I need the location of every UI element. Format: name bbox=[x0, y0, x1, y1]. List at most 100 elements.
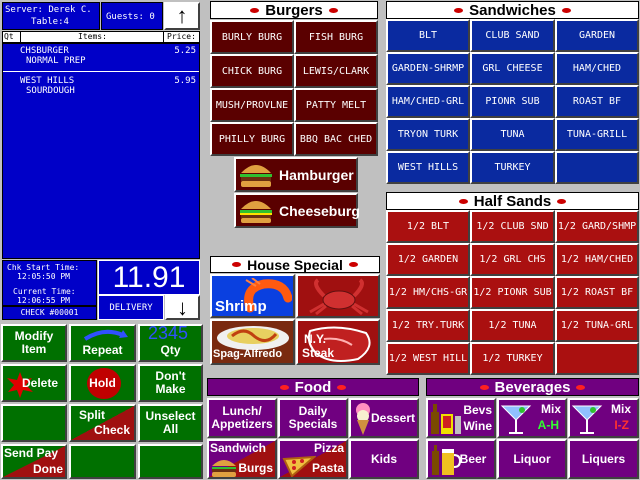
half-sand-item-button[interactable]: 1/2 BLT bbox=[386, 210, 470, 243]
sandwich-item-button[interactable]: BLT bbox=[386, 19, 470, 52]
sandwich-item-button[interactable]: PIONR SUB bbox=[470, 85, 555, 118]
order-item-list[interactable]: CHSBURGER 5.25 NORMAL PREP WEST HILLS 5.… bbox=[2, 43, 200, 259]
dot-icon bbox=[337, 384, 347, 390]
dont-make-button[interactable]: Don't Make bbox=[138, 364, 203, 402]
col-items: Items: bbox=[78, 32, 107, 41]
hamburger-button[interactable]: Hamburger bbox=[234, 157, 358, 192]
sandwich-item-button[interactable]: GARDEN bbox=[555, 19, 639, 52]
repeat-button[interactable]: Repeat bbox=[69, 324, 136, 362]
current-time-label: Current Time: bbox=[13, 287, 76, 296]
item-name: CHSBURGER bbox=[20, 46, 69, 56]
half-sand-blank-button[interactable] bbox=[555, 342, 639, 375]
half-sand-item-button[interactable]: 1/2 GRL CHS bbox=[470, 243, 555, 276]
sandwich-item-button[interactable]: CLUB SAND bbox=[470, 19, 555, 52]
burger-item-button[interactable]: LEWIS/CLARK bbox=[294, 54, 378, 88]
list-item[interactable]: CHSBURGER 5.25 NORMAL PREP bbox=[6, 46, 196, 66]
half-sands-grid: 1/2 BLT 1/2 CLUB SND 1/2 GARD/SHMP 1/2 G… bbox=[386, 210, 639, 375]
half-sand-item-button[interactable]: 1/2 HM/CHS-GR bbox=[386, 276, 470, 309]
half-sand-item-button[interactable]: 1/2 TRY.TURK bbox=[386, 309, 470, 342]
sandwich-item-button[interactable]: TUNA bbox=[470, 118, 555, 151]
dessert-button[interactable]: Dessert bbox=[349, 398, 419, 438]
order-type-button[interactable]: DELIVERY bbox=[98, 295, 164, 320]
shrimp-button[interactable]: Shrimp bbox=[210, 274, 295, 318]
sandwich-item-button[interactable]: WEST HILLS bbox=[386, 151, 470, 184]
sandwich-item-button[interactable]: ROAST BF bbox=[555, 85, 639, 118]
burger-icon bbox=[240, 165, 272, 187]
sandwich-item-button[interactable]: HAM/CHED-GRL bbox=[386, 85, 470, 118]
half-sand-item-button[interactable]: 1/2 HAM/CHED bbox=[555, 243, 639, 276]
chk-start-value: 12:05:50 PM bbox=[17, 272, 70, 281]
cheeseburg-button[interactable]: Cheeseburg bbox=[234, 193, 360, 228]
half-sand-item-button[interactable]: 1/2 PIONR SUB bbox=[470, 276, 555, 309]
pizza-pasta-button[interactable]: Pizza Pasta bbox=[278, 439, 348, 479]
burger-item-button[interactable]: BBQ BAC CHED bbox=[294, 122, 378, 156]
qty-button[interactable]: 2345 Qty bbox=[138, 324, 203, 362]
burger-item-button[interactable]: CHICK BURG bbox=[210, 54, 294, 88]
delete-button[interactable]: Delete bbox=[1, 364, 67, 402]
ice-cream-icon bbox=[356, 403, 370, 435]
burger-item-button[interactable]: PATTY MELT bbox=[294, 88, 378, 122]
sandwich-burgs-button[interactable]: Sandwich Burgs bbox=[207, 439, 277, 479]
server-info: Server: Derek C. Table:4 bbox=[2, 2, 100, 30]
modify-item-button[interactable]: Modify Item bbox=[1, 324, 67, 362]
half-sand-item-button[interactable]: 1/2 CLUB SND bbox=[470, 210, 555, 243]
half-sands-header: Half Sands bbox=[386, 192, 639, 210]
burger-item-button[interactable]: FISH BURG bbox=[294, 20, 378, 54]
item-modifier: SOURDOUGH bbox=[26, 86, 75, 96]
mix-a-h-button[interactable]: Mix A-H bbox=[497, 398, 567, 438]
sandwich-item-button[interactable]: HAM/CHED bbox=[555, 52, 639, 85]
dot-icon bbox=[576, 384, 586, 390]
beer-button[interactable]: Beer bbox=[426, 439, 496, 479]
burgers-header: Burgers bbox=[210, 1, 378, 19]
sandwich-item-button[interactable]: GRL CHEESE bbox=[470, 52, 555, 85]
sandwich-item-button[interactable]: GARDEN-SHRMP bbox=[386, 52, 470, 85]
half-sand-item-button[interactable]: 1/2 ROAST BF bbox=[555, 276, 639, 309]
dot-icon bbox=[479, 384, 489, 390]
burger-item-button[interactable]: BURLY BURG bbox=[210, 20, 294, 54]
sandwiches-header: Sandwiches bbox=[386, 1, 639, 19]
scroll-up-button[interactable]: ↑ bbox=[164, 2, 200, 30]
scroll-down-button[interactable]: ↓ bbox=[165, 295, 200, 320]
unselect-all-button[interactable]: Unselect All bbox=[138, 404, 203, 442]
arrow-up-icon: ↑ bbox=[176, 3, 188, 28]
burger-item-button[interactable]: PHILLY BURG bbox=[210, 122, 294, 156]
crab-button[interactable] bbox=[296, 274, 380, 318]
list-divider bbox=[3, 71, 199, 72]
half-sand-item-button[interactable]: 1/2 GARDEN bbox=[386, 243, 470, 276]
liquor-button[interactable]: Liquor bbox=[497, 439, 567, 479]
martini-icon bbox=[571, 405, 603, 434]
blank-control-button[interactable] bbox=[1, 404, 67, 442]
mix-i-z-button[interactable]: Mix I-Z bbox=[568, 398, 639, 438]
dot-icon bbox=[557, 198, 567, 204]
item-name: WEST HILLS bbox=[20, 76, 75, 86]
list-item[interactable]: WEST HILLS 5.95 SOURDOUGH bbox=[6, 76, 196, 96]
burger-icon bbox=[212, 460, 236, 477]
blank-control-button[interactable] bbox=[138, 444, 203, 479]
split-check-button[interactable]: Split Check bbox=[69, 404, 136, 442]
kids-button[interactable]: Kids bbox=[349, 439, 419, 479]
sandwich-item-button[interactable]: TRYON TURK bbox=[386, 118, 470, 151]
sandwich-item-button[interactable]: TUNA-GRILL bbox=[555, 118, 639, 151]
item-price: 5.25 bbox=[174, 46, 196, 56]
half-sand-item-button[interactable]: 1/2 TUNA bbox=[470, 309, 555, 342]
bevs-wine-button[interactable]: Bevs Wine bbox=[426, 398, 496, 438]
cheeseburger-icon bbox=[240, 201, 272, 223]
dot-icon bbox=[250, 7, 260, 13]
sandwich-item-button[interactable]: TURKEY bbox=[470, 151, 555, 184]
hold-button[interactable]: Hold bbox=[69, 364, 136, 402]
guests-count[interactable]: Guests: 0 bbox=[101, 2, 163, 30]
ny-steak-button[interactable]: N.Y. Steak bbox=[296, 319, 380, 365]
half-sand-item-button[interactable]: 1/2 TUNA-GRL bbox=[555, 309, 639, 342]
daily-specials-button[interactable]: Daily Specials bbox=[278, 398, 348, 438]
lunch-appetizers-button[interactable]: Lunch/ Appetizers bbox=[207, 398, 277, 438]
dot-icon bbox=[454, 7, 464, 13]
spag-alfredo-button[interactable]: Spag-Alfredo bbox=[210, 319, 295, 365]
burger-item-button[interactable]: MUSH/PROVLNE bbox=[210, 88, 294, 122]
half-sand-item-button[interactable]: 1/2 GARD/SHMP bbox=[555, 210, 639, 243]
sandwich-blank-button[interactable] bbox=[555, 151, 639, 184]
blank-control-button[interactable] bbox=[69, 444, 136, 479]
half-sand-item-button[interactable]: 1/2 WEST HILL bbox=[386, 342, 470, 375]
send-pay-done-button[interactable]: Send Pay Done bbox=[1, 444, 67, 479]
liquers-button[interactable]: Liquers bbox=[568, 439, 639, 479]
half-sand-item-button[interactable]: 1/2 TURKEY bbox=[470, 342, 555, 375]
